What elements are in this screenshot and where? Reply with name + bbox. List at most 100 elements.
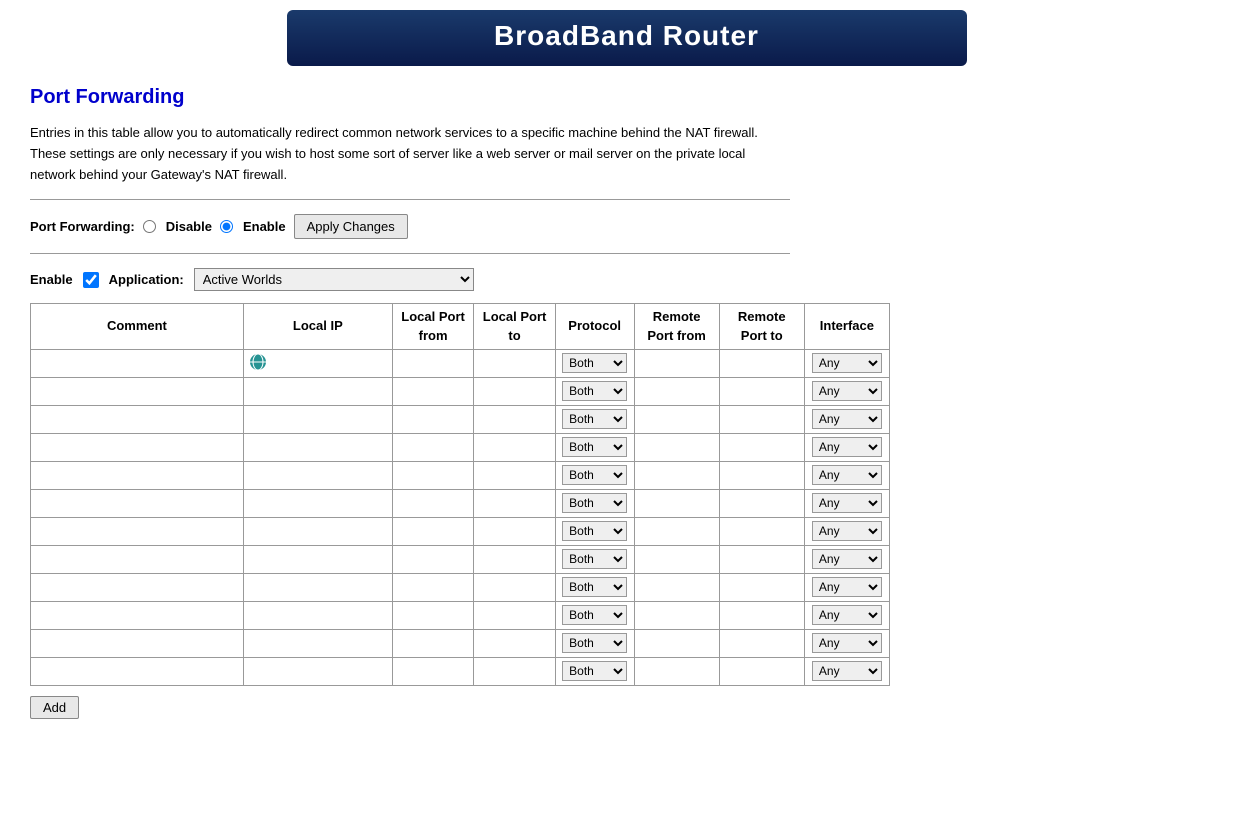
local-ip-input[interactable] [258, 412, 377, 427]
interface-select[interactable]: AnyWANLAN [812, 577, 882, 597]
local-port-from-input[interactable] [397, 356, 469, 371]
comment-input[interactable] [35, 440, 239, 455]
local-port-from-input[interactable] [397, 608, 469, 623]
interface-select[interactable]: AnyWANLAN [812, 633, 882, 653]
local-port-to-input[interactable] [478, 384, 550, 399]
remote-port-to-input[interactable] [724, 636, 800, 651]
interface-select[interactable]: AnyWANLAN [812, 409, 882, 429]
local-ip-input[interactable] [258, 524, 377, 539]
local-ip-input[interactable] [258, 384, 377, 399]
remote-port-to-input[interactable] [724, 356, 800, 371]
remote-port-to-input[interactable] [724, 664, 800, 679]
protocol-select[interactable]: BothTCPUDP [562, 493, 627, 513]
local-port-from-input[interactable] [397, 440, 469, 455]
protocol-select[interactable]: BothTCPUDP [562, 521, 627, 541]
comment-input[interactable] [35, 580, 239, 595]
remote-port-from-input[interactable] [639, 468, 715, 483]
interface-select[interactable]: AnyWANLAN [812, 605, 882, 625]
local-port-from-input[interactable] [397, 664, 469, 679]
remote-port-from-input[interactable] [639, 496, 715, 511]
remote-port-from-input[interactable] [639, 440, 715, 455]
local-port-to-input[interactable] [478, 468, 550, 483]
interface-select[interactable]: AnyWANLAN [812, 353, 882, 373]
interface-select[interactable]: AnyWANLAN [812, 493, 882, 513]
pf-disable-radio[interactable] [143, 220, 156, 233]
remote-port-from-input[interactable] [639, 636, 715, 651]
local-port-to-input[interactable] [478, 412, 550, 427]
local-ip-input[interactable] [258, 552, 377, 567]
protocol-select[interactable]: BothTCPUDP [562, 465, 627, 485]
local-port-from-input[interactable] [397, 496, 469, 511]
pf-disable-label[interactable]: Disable [166, 219, 212, 234]
application-select[interactable]: Active Worlds AIM Talk DNS FTP HTTP HTTP… [194, 268, 474, 291]
interface-select[interactable]: AnyWANLAN [812, 437, 882, 457]
remote-port-from-input[interactable] [639, 356, 715, 371]
local-port-to-input[interactable] [478, 496, 550, 511]
protocol-select[interactable]: BothTCPUDP [562, 353, 627, 373]
comment-input[interactable] [35, 636, 239, 651]
local-ip-input[interactable] [258, 608, 377, 623]
local-ip-input[interactable] [258, 580, 377, 595]
remote-port-to-input[interactable] [724, 468, 800, 483]
pf-enable-radio[interactable] [220, 220, 233, 233]
protocol-select[interactable]: BothTCPUDP [562, 437, 627, 457]
remote-port-to-input[interactable] [724, 552, 800, 567]
remote-port-to-input[interactable] [724, 580, 800, 595]
local-port-to-input[interactable] [478, 524, 550, 539]
comment-input[interactable] [35, 384, 239, 399]
interface-select[interactable]: AnyWANLAN [812, 381, 882, 401]
interface-select[interactable]: AnyWANLAN [812, 465, 882, 485]
local-ip-input[interactable] [258, 664, 377, 679]
remote-port-to-input[interactable] [724, 440, 800, 455]
local-port-from-input[interactable] [397, 412, 469, 427]
local-port-from-input[interactable] [397, 468, 469, 483]
local-port-from-input[interactable] [397, 552, 469, 567]
local-port-to-input[interactable] [478, 580, 550, 595]
local-port-to-input[interactable] [478, 636, 550, 651]
comment-input[interactable] [35, 552, 239, 567]
remote-port-to-input[interactable] [724, 608, 800, 623]
apply-changes-button[interactable]: Apply Changes [294, 214, 408, 239]
protocol-select[interactable]: BothTCPUDP [562, 381, 627, 401]
local-port-to-input[interactable] [478, 664, 550, 679]
add-button[interactable]: Add [30, 696, 79, 719]
local-ip-input[interactable] [258, 468, 377, 483]
remote-port-from-input[interactable] [639, 524, 715, 539]
local-port-to-input[interactable] [478, 440, 550, 455]
local-port-from-input[interactable] [397, 524, 469, 539]
remote-port-to-input[interactable] [724, 524, 800, 539]
local-port-to-input[interactable] [478, 356, 550, 371]
protocol-select[interactable]: BothTCPUDP [562, 633, 627, 653]
interface-select[interactable]: AnyWANLAN [812, 661, 882, 681]
remote-port-to-input[interactable] [724, 496, 800, 511]
local-ip-input[interactable] [258, 440, 377, 455]
remote-port-from-input[interactable] [639, 552, 715, 567]
pf-enable-label[interactable]: Enable [243, 219, 286, 234]
comment-input[interactable] [35, 496, 239, 511]
remote-port-from-input[interactable] [639, 608, 715, 623]
local-ip-input[interactable] [267, 359, 386, 374]
local-port-to-input[interactable] [478, 552, 550, 567]
protocol-select[interactable]: BothTCPUDP [562, 661, 627, 681]
protocol-select[interactable]: BothTCPUDP [562, 409, 627, 429]
local-ip-input[interactable] [258, 496, 377, 511]
remote-port-to-input[interactable] [724, 384, 800, 399]
protocol-select[interactable]: BothTCPUDP [562, 577, 627, 597]
protocol-select[interactable]: BothTCPUDP [562, 605, 627, 625]
remote-port-from-input[interactable] [639, 664, 715, 679]
comment-input[interactable] [35, 608, 239, 623]
comment-input[interactable] [35, 664, 239, 679]
local-port-from-input[interactable] [397, 580, 469, 595]
remote-port-from-input[interactable] [639, 412, 715, 427]
protocol-select[interactable]: BothTCPUDP [562, 549, 627, 569]
comment-input[interactable] [35, 356, 239, 371]
remote-port-to-input[interactable] [724, 412, 800, 427]
local-ip-input[interactable] [258, 636, 377, 651]
enable-checkbox[interactable] [83, 272, 99, 288]
local-port-from-input[interactable] [397, 384, 469, 399]
interface-select[interactable]: AnyWANLAN [812, 549, 882, 569]
interface-select[interactable]: AnyWANLAN [812, 521, 882, 541]
remote-port-from-input[interactable] [639, 384, 715, 399]
local-port-from-input[interactable] [397, 636, 469, 651]
comment-input[interactable] [35, 524, 239, 539]
